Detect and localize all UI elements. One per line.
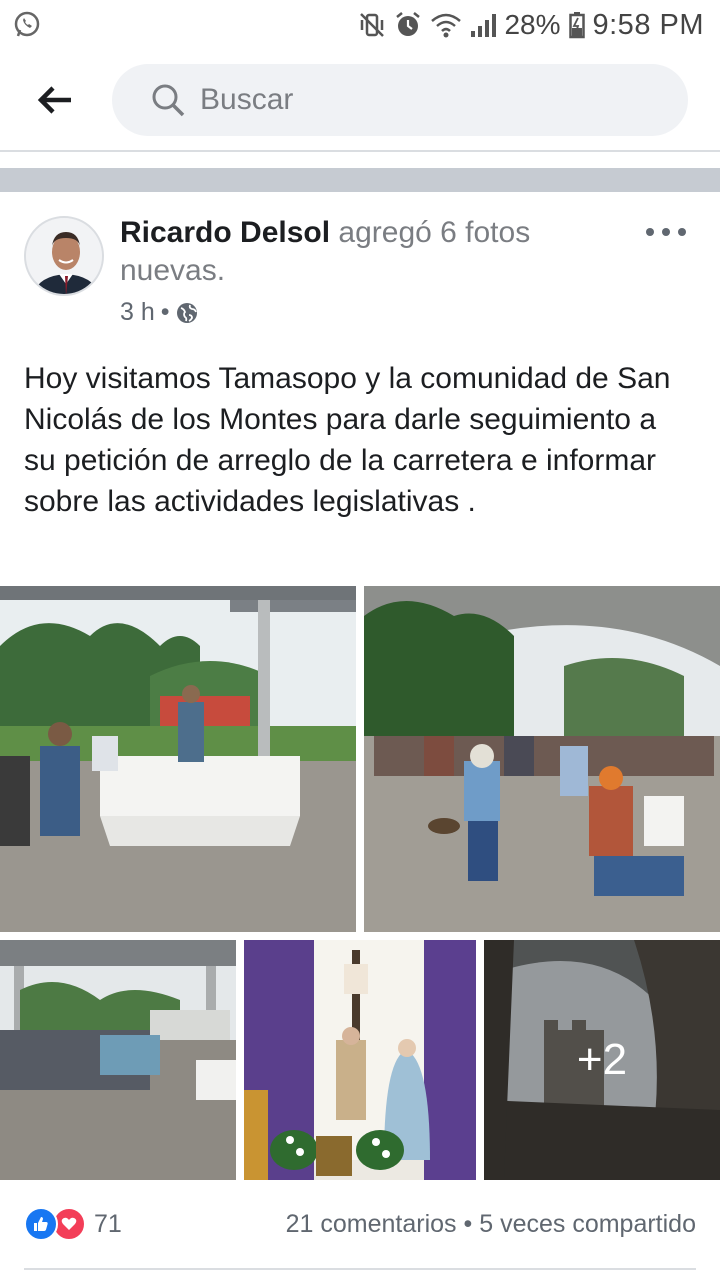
more-dot-icon xyxy=(646,228,654,236)
clock: 9:58 PM xyxy=(592,8,704,41)
post-photo-3[interactable] xyxy=(0,940,236,1180)
search-header xyxy=(0,50,720,152)
post-text: Hoy visitamos Tamasopo y la comunidad de… xyxy=(24,362,671,518)
alarm-icon xyxy=(396,12,421,36)
feed-post: Ricardo Delsol agregó 6 fotos nuevas. 3 … xyxy=(0,192,720,1280)
post-photo-2[interactable] xyxy=(364,586,720,932)
search-box[interactable] xyxy=(112,64,688,136)
reactions-count: 71 xyxy=(94,1209,122,1238)
wifi-icon xyxy=(431,13,462,38)
author-name[interactable]: Ricardo Delsol xyxy=(120,216,330,249)
whatsapp-icon xyxy=(12,10,42,40)
stats-separator: • xyxy=(463,1209,473,1238)
post-meta: 3 h • xyxy=(120,298,198,327)
back-button[interactable] xyxy=(30,78,80,122)
status-bar: 28% 9:58 PM xyxy=(0,0,720,50)
post-photo-5[interactable]: +2 xyxy=(484,940,720,1180)
meta-separator: • xyxy=(160,298,170,326)
comments-count[interactable]: 21 comentarios xyxy=(286,1210,457,1238)
divider xyxy=(24,1268,696,1270)
back-arrow-icon xyxy=(37,86,71,114)
comments-shares: 21 comentarios • 5 veces compartido xyxy=(286,1210,696,1239)
reactions[interactable]: 71 xyxy=(24,1207,122,1241)
battery-icon xyxy=(568,12,585,39)
search-input[interactable] xyxy=(200,83,640,117)
more-options-button[interactable] xyxy=(646,220,686,244)
post-photo-1[interactable] xyxy=(0,586,356,932)
search-icon xyxy=(152,84,185,117)
shares-count[interactable]: 5 veces compartido xyxy=(479,1210,696,1238)
globe-icon xyxy=(176,302,197,323)
more-dot-icon xyxy=(678,228,686,236)
feed-divider xyxy=(0,168,720,192)
like-reaction-icon xyxy=(24,1207,58,1241)
vibrate-mute-icon xyxy=(360,13,385,37)
avatar[interactable] xyxy=(24,216,104,296)
signal-icon xyxy=(471,14,497,37)
post-stats: 71 21 comentarios • 5 veces compartido xyxy=(24,1204,696,1244)
more-dot-icon xyxy=(662,228,670,236)
battery-percent: 28% xyxy=(504,9,561,40)
post-time[interactable]: 3 h xyxy=(120,298,155,327)
status-icons: 28% 9:58 PM xyxy=(358,6,704,44)
post-photo-4[interactable] xyxy=(244,940,476,1180)
post-header: Ricardo Delsol agregó 6 fotos nuevas. xyxy=(120,214,640,290)
more-photos-overlay[interactable]: +2 xyxy=(484,940,720,1180)
